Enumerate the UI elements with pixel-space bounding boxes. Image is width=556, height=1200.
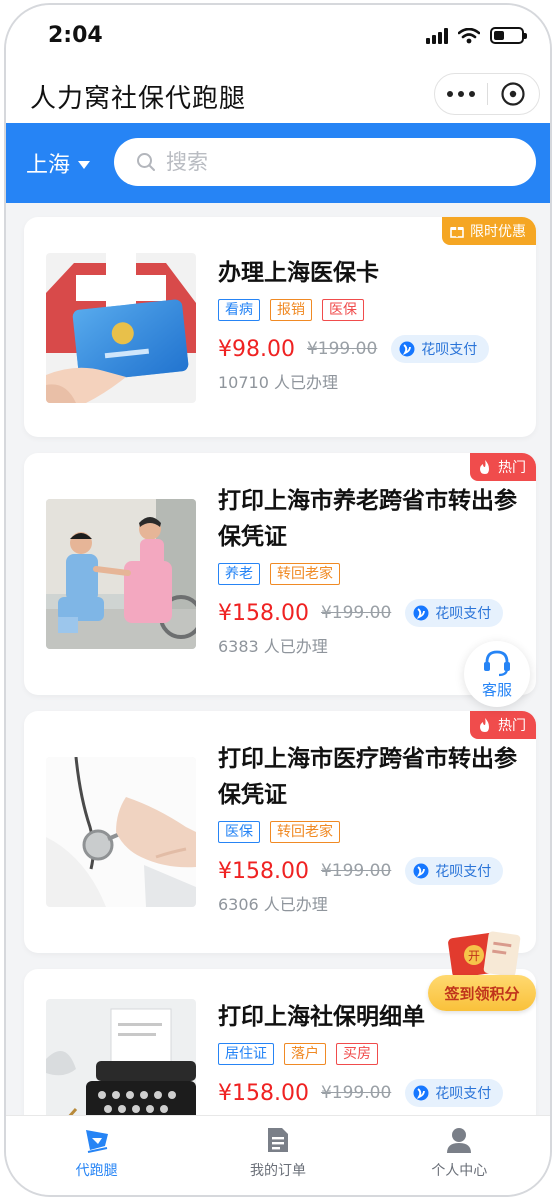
badge-label: 热门 (498, 460, 526, 476)
capsule-menu (434, 73, 540, 115)
tag-list: 居住证 落户 买房 (218, 1043, 518, 1065)
page-title: 人力窝社保代跑腿 (30, 84, 247, 114)
product-info: 打印上海市养老跨省市转出参保凭证 养老 转回老家 ¥158.00 ¥199.00… (218, 483, 518, 657)
customer-service-label: 客服 (481, 680, 512, 699)
flame-icon (480, 460, 489, 474)
nav-bar: 人力窝社保代跑腿 (6, 67, 550, 123)
price-row: ¥158.00 ¥199.00 花呗支付 (218, 857, 518, 885)
tab-label: 代跑腿 (75, 1163, 118, 1179)
tab-orders[interactable]: 我的订单 (187, 1116, 368, 1195)
pay-label: 花呗支付 (435, 606, 492, 622)
badge-label: 热门 (498, 718, 526, 734)
product-title: 打印上海市医疗跨省市转出参保凭证 (218, 746, 517, 808)
tag: 看病 (218, 299, 260, 321)
pay-label: 花呗支付 (435, 864, 492, 880)
offer-badge: 限时优惠 (442, 217, 536, 245)
close-icon[interactable] (487, 74, 539, 114)
tag: 养老 (218, 563, 260, 585)
signal-icon (426, 27, 448, 44)
wifi-icon (458, 27, 480, 43)
document-icon (267, 1128, 288, 1152)
search-bar: 上海 (6, 123, 550, 203)
tag: 转回老家 (270, 821, 340, 843)
pay-label: 花呗支付 (435, 1086, 492, 1102)
sold-count: 10710 人已办理 (218, 373, 338, 392)
tag-list: 医保 转回老家 (218, 821, 518, 843)
product-card[interactable]: 热门 打印上海市养老跨省市转出参保凭证 养老 转回老家 ¥158.00 ¥199… (24, 453, 536, 695)
product-image (46, 253, 196, 403)
product-image (46, 499, 196, 649)
price: ¥158.00 (218, 1080, 309, 1106)
huabei-icon (413, 605, 429, 621)
tag-list: 养老 转回老家 (218, 563, 518, 585)
city-label: 上海 (26, 153, 71, 178)
original-price: ¥199.00 (320, 1083, 392, 1103)
tag: 医保 (322, 299, 364, 321)
original-price: ¥199.00 (306, 339, 378, 359)
huabei-pay-badge: 花呗支付 (405, 857, 504, 885)
sold-count: 6306 人已办理 (218, 895, 328, 914)
status-time: 2:04 (48, 23, 103, 48)
more-icon[interactable] (435, 74, 487, 114)
tag: 转回老家 (270, 563, 340, 585)
price: ¥158.00 (218, 600, 309, 626)
price-row: ¥158.00 ¥199.00 花呗支付 (218, 599, 518, 627)
search-box[interactable] (114, 138, 536, 186)
huabei-icon (413, 1085, 429, 1101)
search-icon (137, 153, 155, 171)
tag: 居住证 (218, 1043, 274, 1065)
phone-frame: 2:04 人力窝社保代跑腿 上海 搜索 限时优惠 办理上海医保卡 看病 报销 医… (4, 3, 552, 1197)
gift-icon (450, 227, 464, 238)
signin-label: 签到领积分 (428, 975, 536, 1011)
headset-icon (484, 650, 510, 676)
tab-errand[interactable]: 代跑腿 (6, 1116, 187, 1195)
product-info: 打印上海市医疗跨省市转出参保凭证 医保 转回老家 ¥158.00 ¥199.00… (218, 741, 518, 915)
tab-profile[interactable]: 个人中心 (369, 1116, 550, 1195)
battery-icon (490, 27, 527, 44)
tab-label: 我的订单 (249, 1163, 306, 1179)
flag-icon (85, 1130, 108, 1153)
huabei-pay-badge: 花呗支付 (405, 1079, 504, 1107)
hot-badge: 热门 (470, 711, 536, 739)
tag: 报销 (270, 299, 312, 321)
red-envelope-icon: 开 (448, 931, 521, 978)
status-icons (426, 27, 527, 44)
original-price: ¥199.00 (320, 861, 392, 881)
tag: 医保 (218, 821, 260, 843)
tab-label: 个人中心 (431, 1163, 488, 1179)
person-icon (447, 1128, 472, 1153)
huabei-icon (413, 863, 429, 879)
product-card[interactable]: 限时优惠 办理上海医保卡 看病 报销 医保 ¥98.00 ¥199.00 花呗支… (24, 217, 536, 437)
huabei-icon (399, 341, 415, 357)
price-row: ¥158.00 ¥199.00 花呗支付 (218, 1079, 518, 1107)
product-image (46, 757, 196, 907)
price-row: ¥98.00 ¥199.00 花呗支付 (218, 335, 518, 363)
tab-bar: 代跑腿 我的订单 个人中心 (6, 1115, 550, 1195)
price: ¥98.00 (218, 336, 295, 362)
badge-label: 限时优惠 (470, 224, 526, 240)
city-selector[interactable]: 上海 (26, 147, 91, 179)
product-card[interactable]: 热门 打印上海市医疗跨省市转出参保凭证 医保 转回老家 ¥158.00 ¥199… (24, 711, 536, 953)
customer-service-button[interactable]: 客服 (464, 641, 530, 707)
envelope-char: 开 (468, 949, 480, 963)
tag: 落户 (284, 1043, 326, 1065)
huabei-pay-badge: 花呗支付 (391, 335, 490, 363)
hot-badge: 热门 (470, 453, 536, 481)
original-price: ¥199.00 (320, 603, 392, 623)
product-title: 办理上海医保卡 (218, 260, 379, 286)
signin-button[interactable]: 开 签到领积分 (428, 929, 538, 1019)
product-info: 办理上海医保卡 看病 报销 医保 ¥98.00 ¥199.00 花呗支付 107… (218, 255, 518, 393)
product-title: 打印上海市养老跨省市转出参保凭证 (218, 488, 517, 550)
flame-icon (480, 718, 489, 732)
search-input[interactable] (166, 150, 506, 174)
status-bar: 2:04 (6, 5, 550, 67)
pay-label: 花呗支付 (421, 342, 478, 358)
caret-down-icon (78, 160, 91, 169)
tag-list: 看病 报销 医保 (218, 299, 518, 321)
price: ¥158.00 (218, 858, 309, 884)
product-image (46, 999, 196, 1119)
tag: 买房 (336, 1043, 378, 1065)
huabei-pay-badge: 花呗支付 (405, 599, 504, 627)
